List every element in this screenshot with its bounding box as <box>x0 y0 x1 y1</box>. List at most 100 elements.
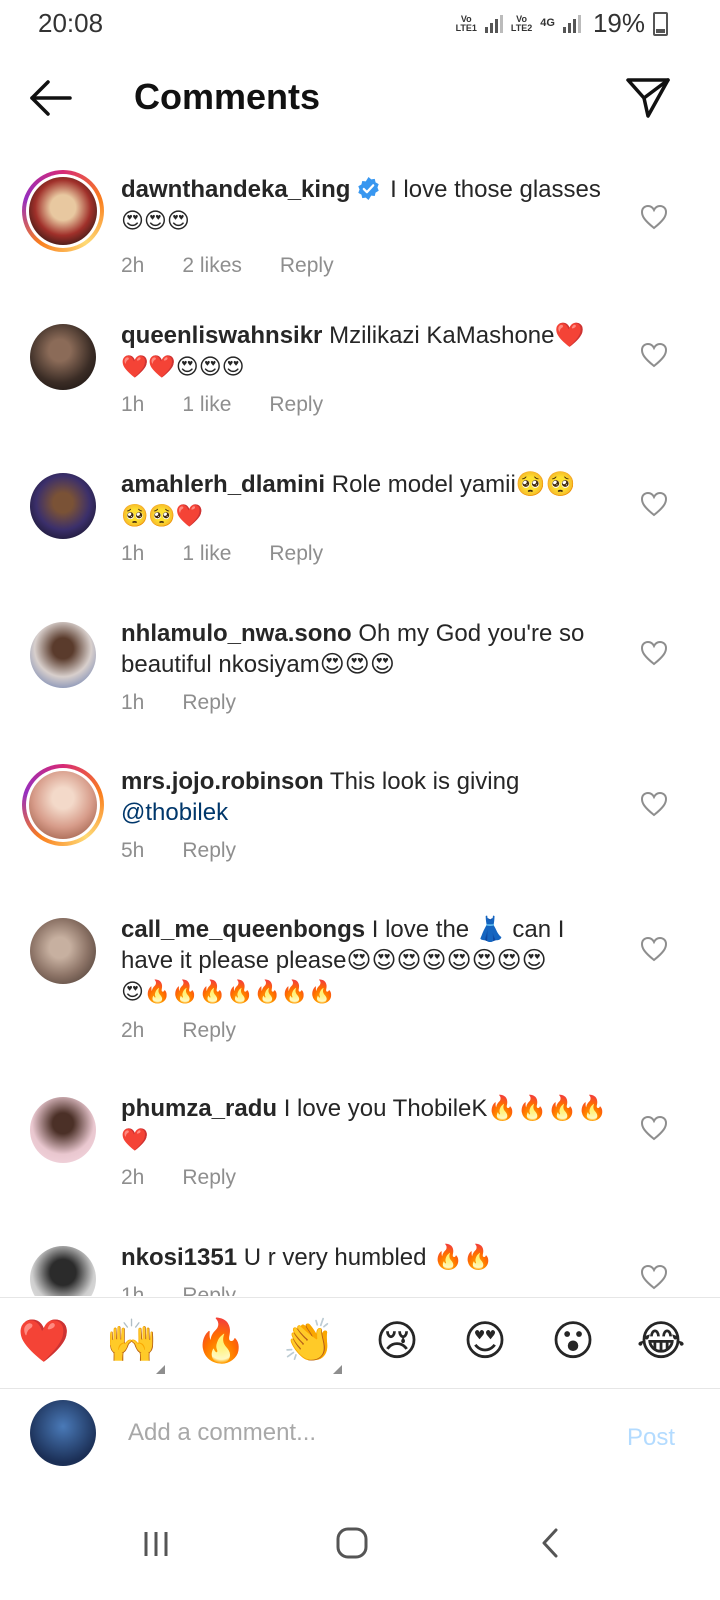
comment-message: Oh my God you're so <box>358 620 585 647</box>
reaction-tears-of-joy[interactable]: 😂 <box>634 1314 688 1368</box>
comment-time: 2h <box>121 254 145 277</box>
like-heart-icon[interactable] <box>640 640 668 666</box>
comment-message: I love you ThobileK🔥🔥🔥🔥 <box>283 1095 607 1122</box>
comment-username[interactable]: queenliswahnsikr <box>121 322 322 349</box>
comment-username[interactable]: amahlerh_dlamini <box>121 471 325 498</box>
network-type: 4G <box>540 17 555 29</box>
quick-reactions-bar: ❤️ 🙌 🔥 👏 😢 😍 😮 😂 <box>0 1297 720 1389</box>
reaction-red-heart[interactable]: ❤️ <box>17 1314 71 1368</box>
raised-hands-icon: 🙌 <box>105 1316 159 1365</box>
comment-username[interactable]: phumza_radu <box>121 1095 277 1122</box>
like-heart-icon[interactable] <box>640 342 668 368</box>
comment-meta: 1h 1 like Reply <box>121 542 361 566</box>
comment-composer: Post <box>0 1388 720 1488</box>
verified-badge-icon <box>358 177 380 200</box>
recent-apps-icon <box>144 1532 168 1556</box>
reply-button[interactable]: Reply <box>182 1019 236 1043</box>
like-heart-icon[interactable] <box>640 1264 668 1290</box>
avatar[interactable] <box>30 622 96 688</box>
like-heart-icon[interactable] <box>640 1115 668 1141</box>
reaction-fire[interactable]: 🔥 <box>194 1314 248 1368</box>
comment-text: nhlamulo_nwa.sono Oh my God you're so be… <box>121 618 621 680</box>
status-time: 20:08 <box>38 8 104 38</box>
avatar[interactable] <box>30 1246 96 1296</box>
comment-meta: 1h Reply <box>121 691 274 715</box>
my-avatar[interactable] <box>30 1400 96 1466</box>
comment-message-line2: have it please please😍😍😍😍😍😍😍😍 <box>121 947 547 974</box>
comment-time: 1h <box>121 393 145 416</box>
add-comment-input[interactable] <box>126 1412 600 1454</box>
sim2-label: Vo LTE2 <box>510 13 533 33</box>
comment-message: Mzilikazi KaMashone❤️ <box>329 322 585 349</box>
clapping-hands-icon: 👏 <box>282 1316 336 1365</box>
comment-emoji: 🥺🥺❤️ <box>121 504 204 529</box>
comment-likes[interactable]: 2 likes <box>182 254 242 278</box>
avatar[interactable] <box>30 918 96 984</box>
share-button[interactable] <box>624 74 672 122</box>
reply-button[interactable]: Reply <box>269 542 323 566</box>
comment-time: 2h <box>121 1019 145 1042</box>
comment-emoji: ❤️ <box>121 1128 149 1153</box>
like-heart-icon[interactable] <box>640 491 668 517</box>
comments-list[interactable]: dawnthandeka_king I love those glasses 😍… <box>0 160 720 1296</box>
comment-time: 5h <box>121 839 145 862</box>
status-indicators: Vo LTE1 Vo LTE2 4G 19% <box>456 8 668 39</box>
comment-username[interactable]: call_me_queenbongs <box>121 916 365 943</box>
comment-username[interactable]: mrs.jojo.robinson <box>121 768 324 795</box>
like-heart-icon[interactable] <box>640 936 668 962</box>
battery-icon <box>653 11 668 36</box>
avatar[interactable] <box>30 324 96 390</box>
page-title: Comments <box>134 76 321 117</box>
avatar-story-ring[interactable] <box>22 170 104 252</box>
comment-meta: 5h Reply <box>121 839 274 863</box>
reply-button[interactable]: Reply <box>182 1284 236 1296</box>
like-heart-icon[interactable] <box>640 791 668 817</box>
comment-username[interactable]: nhlamulo_nwa.sono <box>121 620 352 647</box>
back-button[interactable] <box>26 76 76 120</box>
reply-button[interactable]: Reply <box>280 254 334 278</box>
comment-text: queenliswahnsikr Mzilikazi KaMashone❤️ ❤… <box>121 320 621 383</box>
post-button[interactable]: Post <box>627 1424 675 1452</box>
comment-username[interactable]: nkosi1351 <box>121 1244 237 1271</box>
paper-plane-icon <box>626 78 670 118</box>
recent-apps-button[interactable] <box>128 1520 188 1570</box>
comment-meta: 2h 2 likes Reply <box>121 254 372 278</box>
comment-message: I love the 👗 can I <box>371 916 565 943</box>
avatar[interactable] <box>30 1097 96 1163</box>
avatar[interactable] <box>30 473 96 539</box>
reply-button[interactable]: Reply <box>182 1166 236 1190</box>
avatar-story-ring[interactable] <box>22 764 104 846</box>
like-heart-icon[interactable] <box>640 204 668 230</box>
comment-text: nkosi1351 U r very humbled 🔥🔥 <box>121 1242 621 1273</box>
comment-text: call_me_queenbongs I love the 👗 can I ha… <box>121 914 621 1008</box>
comment-time: 1h <box>121 542 145 565</box>
reaction-heart-eyes[interactable]: 😍 <box>458 1314 512 1368</box>
comment-message: U r very humbled 🔥🔥 <box>243 1244 493 1271</box>
sim1-label: Vo LTE1 <box>455 13 477 33</box>
comment-username[interactable]: dawnthandeka_king <box>121 176 350 203</box>
reaction-crying-face[interactable]: 😢 <box>370 1314 424 1368</box>
reply-button[interactable]: Reply <box>182 691 236 715</box>
reply-button[interactable]: Reply <box>182 839 236 863</box>
comment-message-line2: beautiful nkosiyam😍😍😍 <box>121 651 395 678</box>
avatar <box>29 771 97 839</box>
home-button[interactable] <box>322 1520 382 1570</box>
comment-text: amahlerh_dlamini Role model yamii🥺🥺 🥺🥺❤️ <box>121 469 621 532</box>
comment-mention-link[interactable]: @thobilek <box>121 799 228 826</box>
nav-back-button[interactable] <box>520 1520 580 1570</box>
comment-message: Role model yamii🥺🥺 <box>331 471 576 498</box>
comment-text: mrs.jojo.robinson This look is giving @t… <box>121 766 621 828</box>
back-icon <box>542 1528 558 1558</box>
comment-likes[interactable]: 1 like <box>182 542 231 566</box>
comment-message: I love those glasses <box>390 176 601 203</box>
reaction-clapping-hands[interactable]: 👏 <box>282 1314 342 1374</box>
sim2-signal-icon <box>562 14 581 33</box>
comment-emoji: 😍😍😍 <box>121 209 190 234</box>
reaction-surprised-face[interactable]: 😮 <box>546 1314 600 1368</box>
comment-likes[interactable]: 1 like <box>182 393 231 417</box>
comment-time: 1h <box>121 1284 145 1296</box>
comment-meta: 2h Reply <box>121 1166 274 1190</box>
comment-time: 1h <box>121 691 145 714</box>
reaction-raised-hands[interactable]: 🙌 <box>105 1314 165 1374</box>
reply-button[interactable]: Reply <box>269 393 323 417</box>
